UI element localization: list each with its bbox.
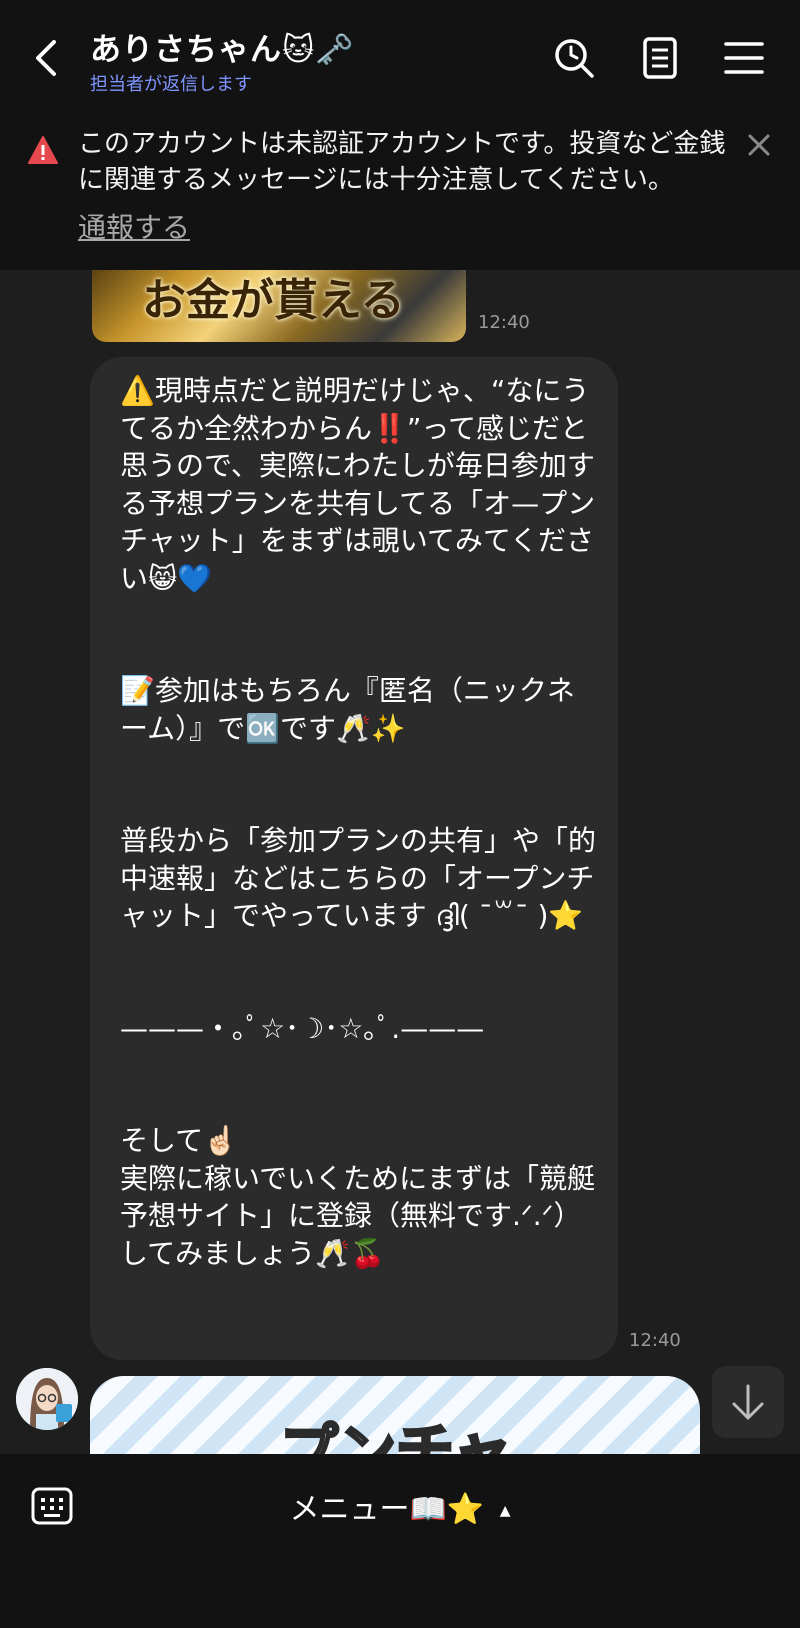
image-message[interactable]: お金が貰える: [92, 270, 466, 342]
warning-triangle-icon: [28, 136, 58, 164]
bottom-menu-bar: [0, 1454, 800, 1628]
caret-up-icon: ▲: [499, 1502, 511, 1519]
report-link[interactable]: 通報する: [78, 206, 190, 246]
search-icon[interactable]: [552, 36, 596, 80]
menu-label: メニュー📖⭐️: [289, 1492, 485, 1527]
image-message-text: お金が貰える: [142, 275, 405, 326]
message-time: 12:40: [629, 1330, 681, 1351]
warning-text: このアカウントは未認証アカウントです。投資など金銭に関連するメッセージには十分注…: [78, 129, 726, 195]
chat-title[interactable]: ありさちゃん🐱🗝️: [90, 24, 355, 69]
avatar[interactable]: [16, 1368, 78, 1430]
notes-icon[interactable]: [638, 36, 682, 80]
arrow-down-icon: [732, 1384, 764, 1420]
scroll-down-button[interactable]: [712, 1366, 784, 1438]
image-message[interactable]: プンチャ: [90, 1376, 700, 1454]
message-time: 12:40: [478, 312, 530, 333]
back-chevron-icon[interactable]: [28, 36, 64, 80]
close-icon[interactable]: [744, 130, 774, 160]
chat-subtitle: 担当者が返信します: [90, 74, 252, 95]
message-text: ⚠️現時点だと説明だけじゃ、“なにうてるか全然わからん‼️”って感じだと思うので…: [120, 374, 597, 1270]
hamburger-menu-icon[interactable]: [722, 36, 766, 80]
image-message-text: プンチャ: [278, 1416, 512, 1455]
rich-menu-toggle[interactable]: メニュー📖⭐️ ▲: [0, 1484, 800, 1528]
avatar-illustration-icon: [16, 1368, 78, 1430]
